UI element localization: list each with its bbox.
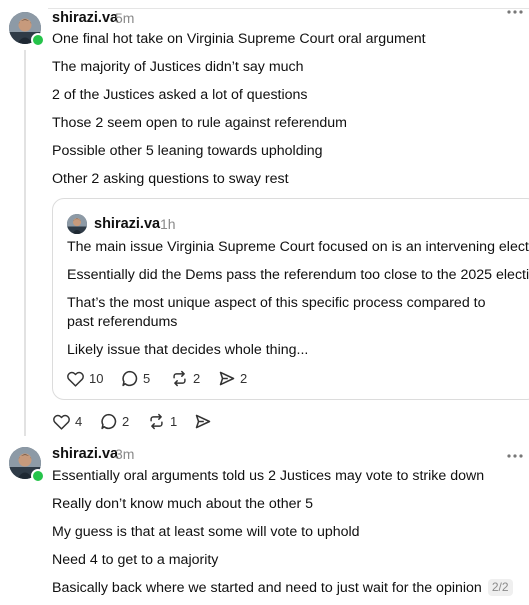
post-text-line: The majority of Justices didn’t say much	[52, 59, 304, 75]
timestamp[interactable]: 5m	[115, 10, 134, 26]
reply-button[interactable]: 5	[121, 370, 150, 387]
post-text-line: Really don’t know much about the other 5	[52, 496, 314, 512]
repost-button[interactable]: 1	[147, 413, 177, 430]
repost-icon	[170, 370, 189, 387]
post-text-line: Basically back where we started and need…	[52, 579, 513, 597]
more-dots-icon[interactable]	[505, 446, 525, 466]
more-dots-icon[interactable]	[505, 2, 525, 22]
thread-line	[24, 50, 26, 436]
share-count: 2	[240, 371, 248, 386]
quoted-avatar[interactable]	[67, 214, 87, 234]
quoted-text-line: past referendums	[67, 314, 178, 330]
quoted-timestamp[interactable]: 1h	[160, 216, 176, 232]
post-text-line: 2 of the Justices asked a lot of questio…	[52, 87, 308, 103]
post-text-line: Possible other 5 leaning towards upholdi…	[52, 143, 323, 159]
post-text-line: Those 2 seem open to rule against refere…	[52, 115, 347, 131]
quoted-text-line: The main issue Virginia Supreme Court fo…	[67, 239, 529, 255]
online-status-dot	[31, 469, 45, 483]
heart-icon	[66, 370, 85, 387]
reply-button[interactable]: 2	[100, 413, 129, 430]
post-text-content: Basically back where we started and need…	[52, 580, 482, 596]
avatar-image	[67, 214, 87, 234]
username[interactable]: shirazi.va	[52, 10, 118, 26]
quoted-text-line: Likely issue that decides whole thing...	[67, 342, 309, 358]
like-count: 10	[89, 371, 104, 386]
reply-count: 2	[122, 414, 130, 429]
like-button[interactable]: 10	[66, 370, 103, 387]
like-button[interactable]: 4	[52, 413, 82, 430]
share-button[interactable]	[194, 413, 212, 430]
like-count: 4	[75, 414, 83, 429]
post-text-line: My guess is that at least some will vote…	[52, 524, 360, 540]
page-indicator-badge: 2/2	[487, 579, 513, 596]
top-divider	[48, 8, 529, 9]
share-button[interactable]: 2	[218, 370, 247, 387]
post-text-line: Other 2 asking questions to sway rest	[52, 171, 289, 187]
online-status-dot	[31, 33, 45, 47]
reply-count: 5	[143, 371, 151, 386]
send-icon	[194, 413, 212, 430]
send-icon	[218, 370, 236, 387]
heart-icon	[52, 413, 71, 430]
quoted-text-line: Essentially did the Dems pass the refere…	[67, 267, 529, 283]
timestamp[interactable]: 3m	[115, 446, 134, 462]
repost-icon	[147, 413, 166, 430]
repost-button[interactable]: 2	[170, 370, 200, 387]
comment-icon	[100, 413, 118, 430]
comment-icon	[121, 370, 139, 387]
repost-count: 2	[193, 371, 201, 386]
username[interactable]: shirazi.va	[52, 446, 118, 462]
quoted-text-line: That’s the most unique aspect of this sp…	[67, 295, 486, 311]
repost-count: 1	[170, 414, 178, 429]
post-text-line: Essentially oral arguments told us 2 Jus…	[52, 468, 485, 484]
quoted-username[interactable]: shirazi.va	[94, 216, 160, 232]
post-text-line: One final hot take on Virginia Supreme C…	[52, 31, 426, 47]
post-text-line: Need 4 to get to a majority	[52, 552, 219, 568]
